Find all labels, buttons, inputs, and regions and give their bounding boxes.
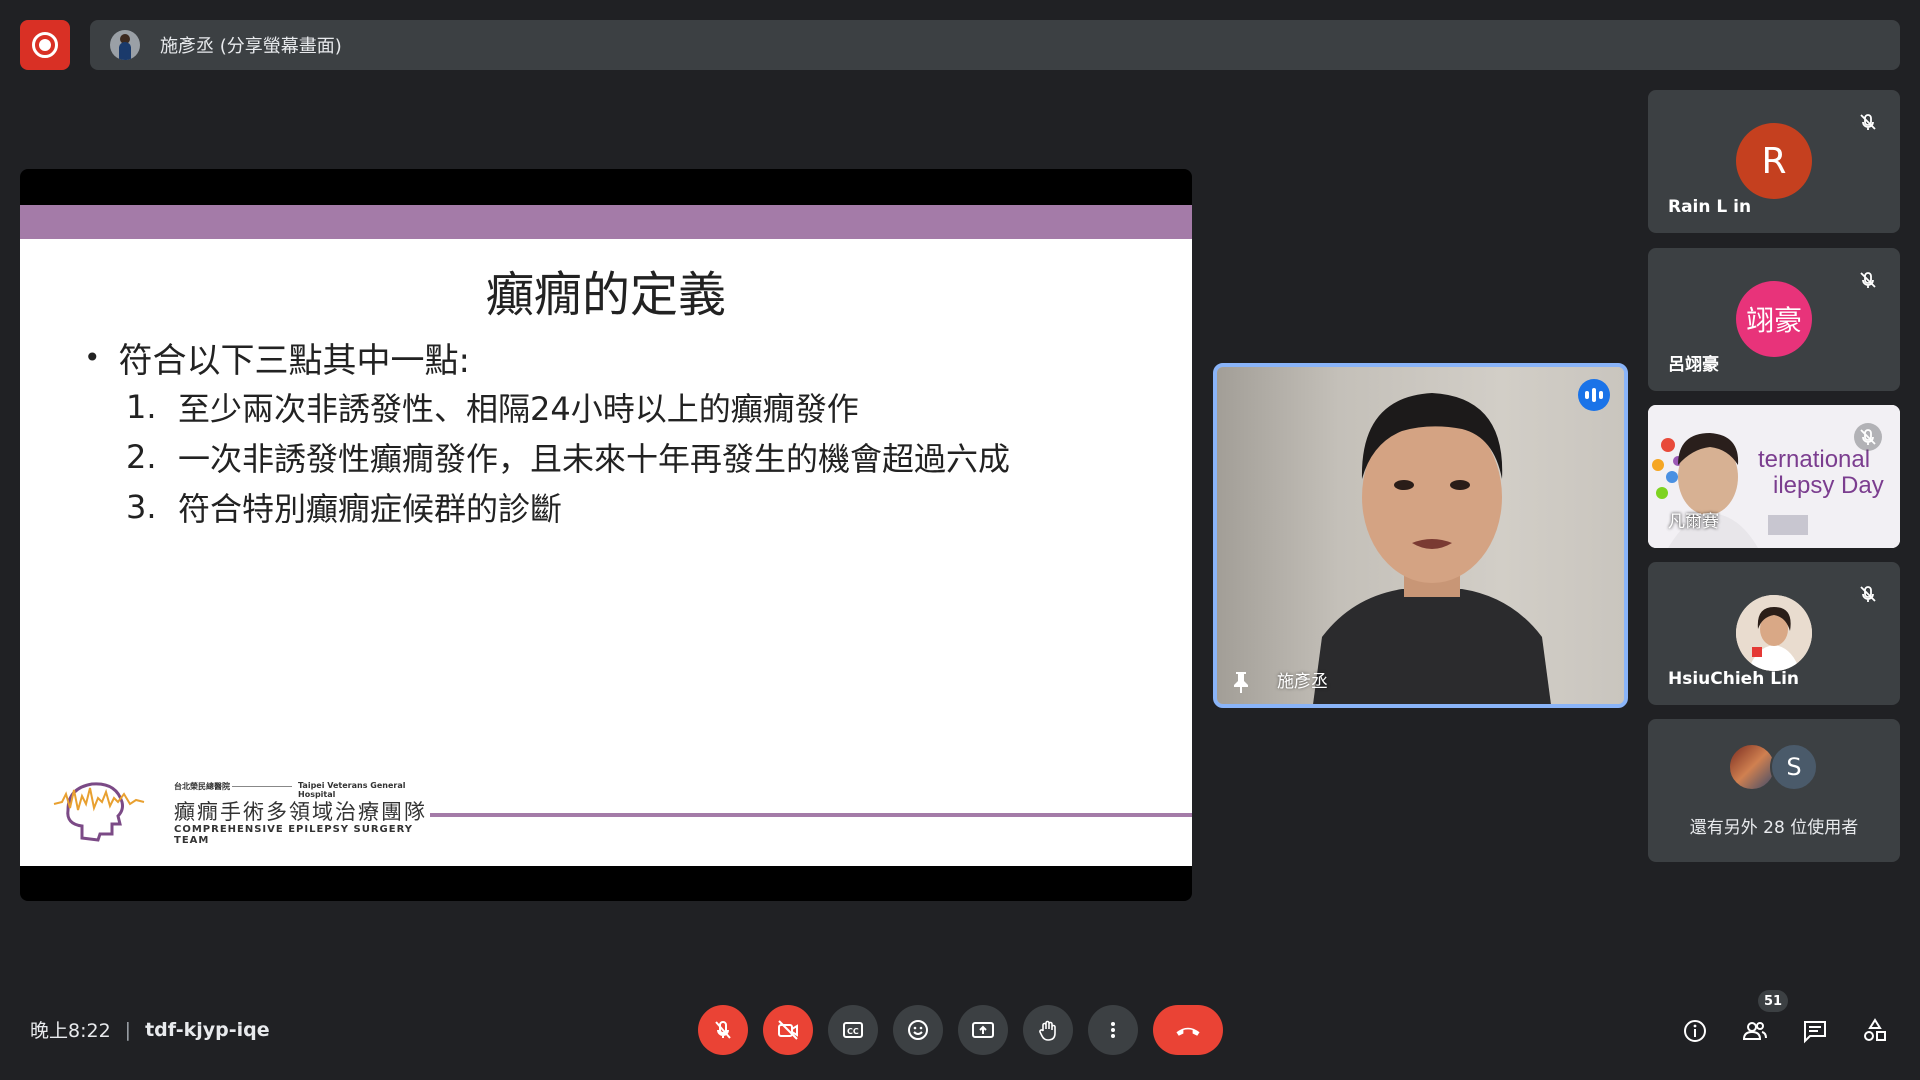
emoji-icon (908, 1020, 928, 1040)
presenter-bar[interactable]: 施彥丞 (分享螢幕畫面) (90, 20, 1900, 70)
slide-header-band (20, 205, 1192, 239)
avatar (1728, 743, 1776, 791)
slide-body: • 符合以下三點其中一點: 1. 至少兩次非誘發性、相隔24小時以上的癲癇發作 … (84, 332, 1010, 532)
presentation-slide: 癲癇的定義 • 符合以下三點其中一點: 1. 至少兩次非誘發性、相隔24小時以上… (20, 205, 1192, 866)
banner-text-line2: ilepsy Day (1773, 472, 1884, 499)
pin-icon[interactable] (1231, 670, 1251, 694)
participant-name: 呂翊豪 (1668, 355, 1719, 375)
people-button[interactable] (1737, 1013, 1773, 1049)
avatar: R (1736, 123, 1812, 199)
slide-bullet-text: 符合以下三點其中一點: (118, 340, 470, 381)
more-vert-icon (1111, 1022, 1115, 1038)
clock-time: 晚上8:22 (30, 1020, 111, 1042)
list-number: 2. (126, 438, 157, 476)
svg-text:CC: CC (847, 1027, 859, 1036)
slide-title: 癲癇的定義 (485, 267, 726, 323)
logo-team-name: 癲癇手術多領域治療團隊 (174, 800, 427, 824)
closed-captions-icon: CC (843, 1022, 863, 1038)
presenter-avatar (110, 30, 140, 60)
people-count-badge: 51 (1758, 990, 1788, 1012)
recording-indicator-button[interactable] (20, 20, 70, 70)
camera-off-icon (778, 1020, 798, 1040)
slide-list-item: 3. 符合特別癲癇症候群的診斷 (126, 482, 1010, 532)
participant-name: Rain L in (1668, 197, 1752, 217)
hand-icon (1039, 1020, 1056, 1041)
audio-activity-icon (1578, 379, 1610, 411)
hospital-logo: 台北榮民總醫院 Taipei Veterans General Hospital… (52, 770, 442, 846)
more-participants-label: 還有另外 28 位使用者 (1689, 818, 1859, 838)
slide-list-item: 2. 一次非誘發性癲癇發作，且未來十年再發生的機會超過六成 (126, 432, 1010, 482)
list-number: 3. (126, 488, 157, 526)
participant-name: HsiuChieh Lin (1668, 669, 1799, 689)
speaker-video (1313, 393, 1551, 704)
mic-off-icon (1854, 108, 1882, 136)
captions-button[interactable]: CC (828, 1005, 878, 1055)
raise-hand-button[interactable] (1023, 1005, 1073, 1055)
more-options-button[interactable] (1088, 1005, 1138, 1055)
list-text: 一次非誘發性癲癇發作，且未來十年再發生的機會超過六成 (178, 440, 1011, 478)
avatar: 翊豪 (1736, 281, 1812, 357)
avatar (1736, 595, 1812, 671)
present-screen-icon (972, 1022, 994, 1038)
speaker-video-tile[interactable]: 施彥丞 (1213, 363, 1628, 708)
hang-up-icon (1176, 1027, 1200, 1036)
leave-call-button[interactable] (1153, 1005, 1223, 1055)
reactions-button[interactable] (893, 1005, 943, 1055)
slide-bullet: • 符合以下三點其中一點: (84, 332, 1010, 382)
brain-wave-logo-icon (53, 782, 145, 842)
logo-hospital-cn: 台北榮民總醫院 (174, 782, 230, 791)
mic-toggle-button[interactable] (698, 1005, 748, 1055)
participant-tile[interactable]: ternational ilepsy Day 凡爾賽 (1648, 405, 1900, 548)
meeting-info: 晚上8:22 | tdf-kjyp-iqe (30, 1016, 270, 1043)
speaker-name: 施彥丞 (1277, 672, 1328, 692)
participant-tile[interactable]: R Rain L in (1648, 90, 1900, 233)
mic-off-icon (1854, 266, 1882, 294)
present-screen-button[interactable] (958, 1005, 1008, 1055)
more-participants-tile[interactable]: S 還有另外 28 位使用者 (1648, 719, 1900, 862)
activities-icon (1864, 1018, 1886, 1041)
camera-toggle-button[interactable] (763, 1005, 813, 1055)
list-text: 符合特別癲癇症候群的診斷 (178, 490, 563, 528)
list-number: 1. (126, 388, 157, 426)
chat-button[interactable] (1797, 1013, 1833, 1049)
logo-team-name-en: COMPREHENSIVE EPILEPSY SURGERY TEAM (174, 824, 413, 846)
shared-screen: 癲癇的定義 • 符合以下三點其中一點: 1. 至少兩次非誘發性、相隔24小時以上… (20, 169, 1192, 901)
mic-off-icon (1854, 580, 1882, 608)
more-participants-avatars: S (1728, 743, 1818, 791)
participant-name: 凡爾賽 (1668, 512, 1719, 532)
presenter-label: 施彥丞 (分享螢幕畫面) (160, 36, 342, 57)
slide-list-item: 1. 至少兩次非誘發性、相隔24小時以上的癲癇發作 (126, 382, 1010, 432)
mic-off-icon (1854, 423, 1882, 451)
list-text: 至少兩次非誘發性、相隔24小時以上的癲癇發作 (178, 390, 859, 428)
avatar: S (1770, 743, 1818, 791)
record-icon (32, 32, 58, 58)
mic-off-icon (715, 1020, 731, 1039)
people-icon (1742, 1022, 1767, 1040)
meeting-code: tdf-kjyp-iqe (145, 1018, 270, 1041)
info-icon (1684, 1020, 1706, 1042)
chat-icon (1804, 1021, 1826, 1044)
meeting-details-button[interactable] (1677, 1013, 1713, 1049)
activities-button[interactable] (1857, 1013, 1893, 1049)
slide-footer-line (430, 813, 1192, 817)
participant-tile[interactable]: HsiuChieh Lin (1648, 562, 1900, 705)
participant-tile[interactable]: 翊豪 呂翊豪 (1648, 248, 1900, 391)
